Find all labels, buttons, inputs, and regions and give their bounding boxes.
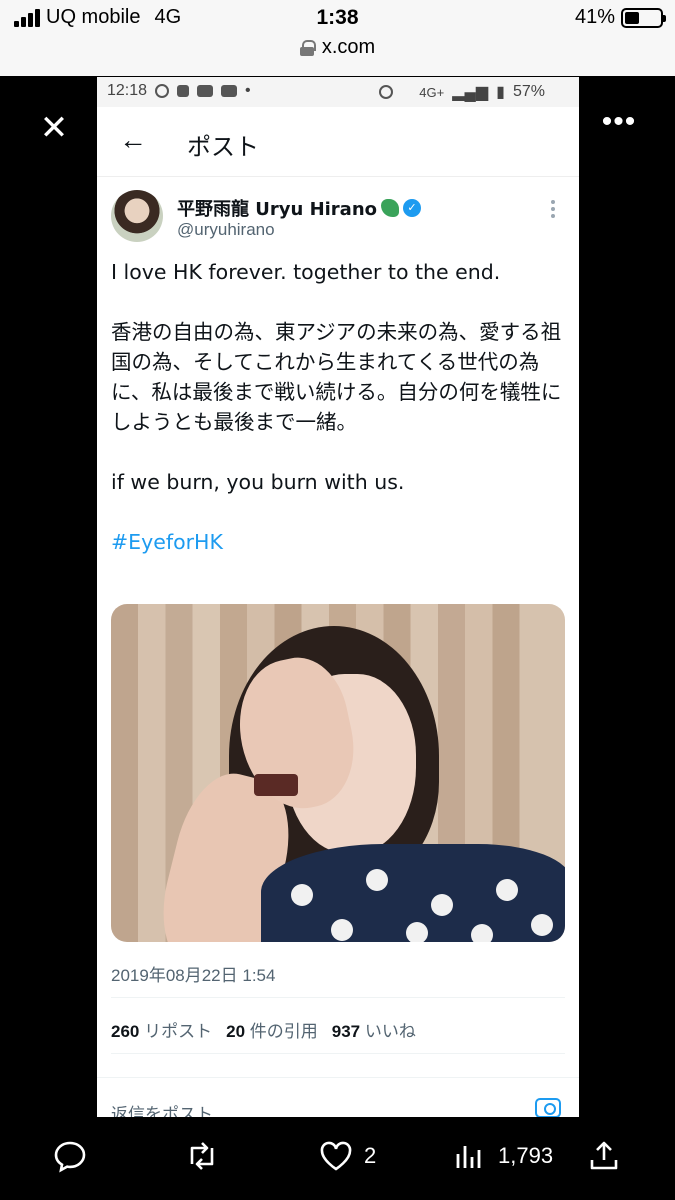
reply-icon bbox=[54, 1141, 86, 1173]
notification-dot-icon: • bbox=[245, 82, 251, 99]
address-bar[interactable]: x.com bbox=[0, 36, 675, 59]
media-action-bar: 2 1,793 bbox=[0, 1120, 675, 1200]
more-options-icon[interactable]: ••• bbox=[601, 107, 637, 144]
embedded-screenshot: 12:18 • 4G+ ▂▄▆ ▮ 57% ← ポスト 平野雨龍 Uryu Hi… bbox=[97, 77, 579, 1117]
inner-network: 4G+ bbox=[419, 84, 445, 100]
battery-info: 41% bbox=[574, 6, 666, 29]
hashtag-link[interactable]: #EyeforHK bbox=[111, 527, 566, 557]
battery-icon bbox=[621, 7, 666, 28]
views-icon bbox=[456, 1146, 481, 1168]
views-button[interactable]: 1,793 bbox=[452, 1138, 553, 1174]
phone-status-bar: UQ mobile 4G 1:38 41% x.com bbox=[0, 0, 675, 76]
camera-icon[interactable] bbox=[535, 1098, 561, 1117]
likes-stat[interactable]: 937 いいね bbox=[332, 1017, 416, 1042]
author-handle[interactable]: @uryuhirano bbox=[177, 220, 275, 240]
post-stats: 260 リポスト 20 件の引用 937 いいね bbox=[111, 1017, 416, 1042]
like-count: 2 bbox=[364, 1143, 377, 1168]
inner-status-bar: 12:18 • 4G+ ▂▄▆ ▮ 57% bbox=[97, 77, 579, 107]
share-icon bbox=[590, 1141, 618, 1170]
back-arrow-icon[interactable]: ← bbox=[119, 125, 147, 155]
inner-battery-icon: ▮ bbox=[496, 84, 505, 101]
author-name-row[interactable]: 平野雨龍 Uryu Hirano ✓ bbox=[177, 195, 422, 221]
youtube-icon bbox=[197, 85, 214, 97]
heart-icon bbox=[320, 1141, 352, 1171]
repost-icon bbox=[190, 1142, 214, 1170]
verified-badge-icon: ✓ bbox=[403, 199, 422, 217]
alarm-icon bbox=[155, 84, 170, 98]
reply-input[interactable]: 返信をポスト bbox=[111, 1100, 213, 1117]
close-icon[interactable]: ✕ bbox=[38, 111, 70, 145]
phone-clock: 1:38 bbox=[316, 6, 359, 29]
post-body: I love HK forever. together to the end. … bbox=[111, 257, 566, 557]
page-title: ポスト bbox=[187, 133, 259, 161]
like-button[interactable]: 2 bbox=[318, 1138, 376, 1174]
reply-bar[interactable]: 返信をポスト bbox=[97, 1077, 579, 1117]
inner-clock: 12:18 bbox=[107, 82, 148, 99]
view-count: 1,793 bbox=[498, 1143, 554, 1168]
repost-button[interactable] bbox=[184, 1138, 220, 1174]
avatar[interactable] bbox=[111, 190, 163, 242]
battery-percent: 41% bbox=[574, 6, 615, 28]
post-text-japanese: 香港の自由の為、東アジアの未来の為、愛する祖国の為、そしてこれから生まれてくる世… bbox=[111, 320, 562, 434]
post-timestamp: 2019年08月22日 1:54 bbox=[111, 966, 276, 985]
reply-button[interactable] bbox=[52, 1138, 88, 1174]
youtube-icon-2 bbox=[221, 85, 238, 97]
post-text-english: I love HK forever. together to the end. bbox=[111, 260, 501, 284]
post-menu-icon[interactable] bbox=[551, 200, 557, 221]
vibrate-icon bbox=[177, 85, 190, 97]
alarm-icon-right bbox=[379, 85, 394, 99]
reposts-stat[interactable]: 260 リポスト bbox=[111, 1017, 212, 1042]
lock-icon bbox=[299, 39, 316, 56]
dragon-emoji-icon bbox=[381, 199, 400, 217]
share-button[interactable] bbox=[586, 1138, 622, 1174]
author-name: 平野雨龍 Uryu Hirano bbox=[177, 199, 378, 220]
inner-battery: 57% bbox=[512, 83, 545, 100]
post-text-burn: if we burn, you burn with us. bbox=[111, 470, 405, 494]
post-header: ← ポスト bbox=[97, 107, 579, 177]
post-photo[interactable] bbox=[111, 604, 565, 942]
quotes-stat[interactable]: 20 件の引用 bbox=[226, 1017, 318, 1042]
url-text: x.com bbox=[321, 36, 376, 58]
signal-bars-icon: ▂▄▆ bbox=[452, 84, 489, 101]
